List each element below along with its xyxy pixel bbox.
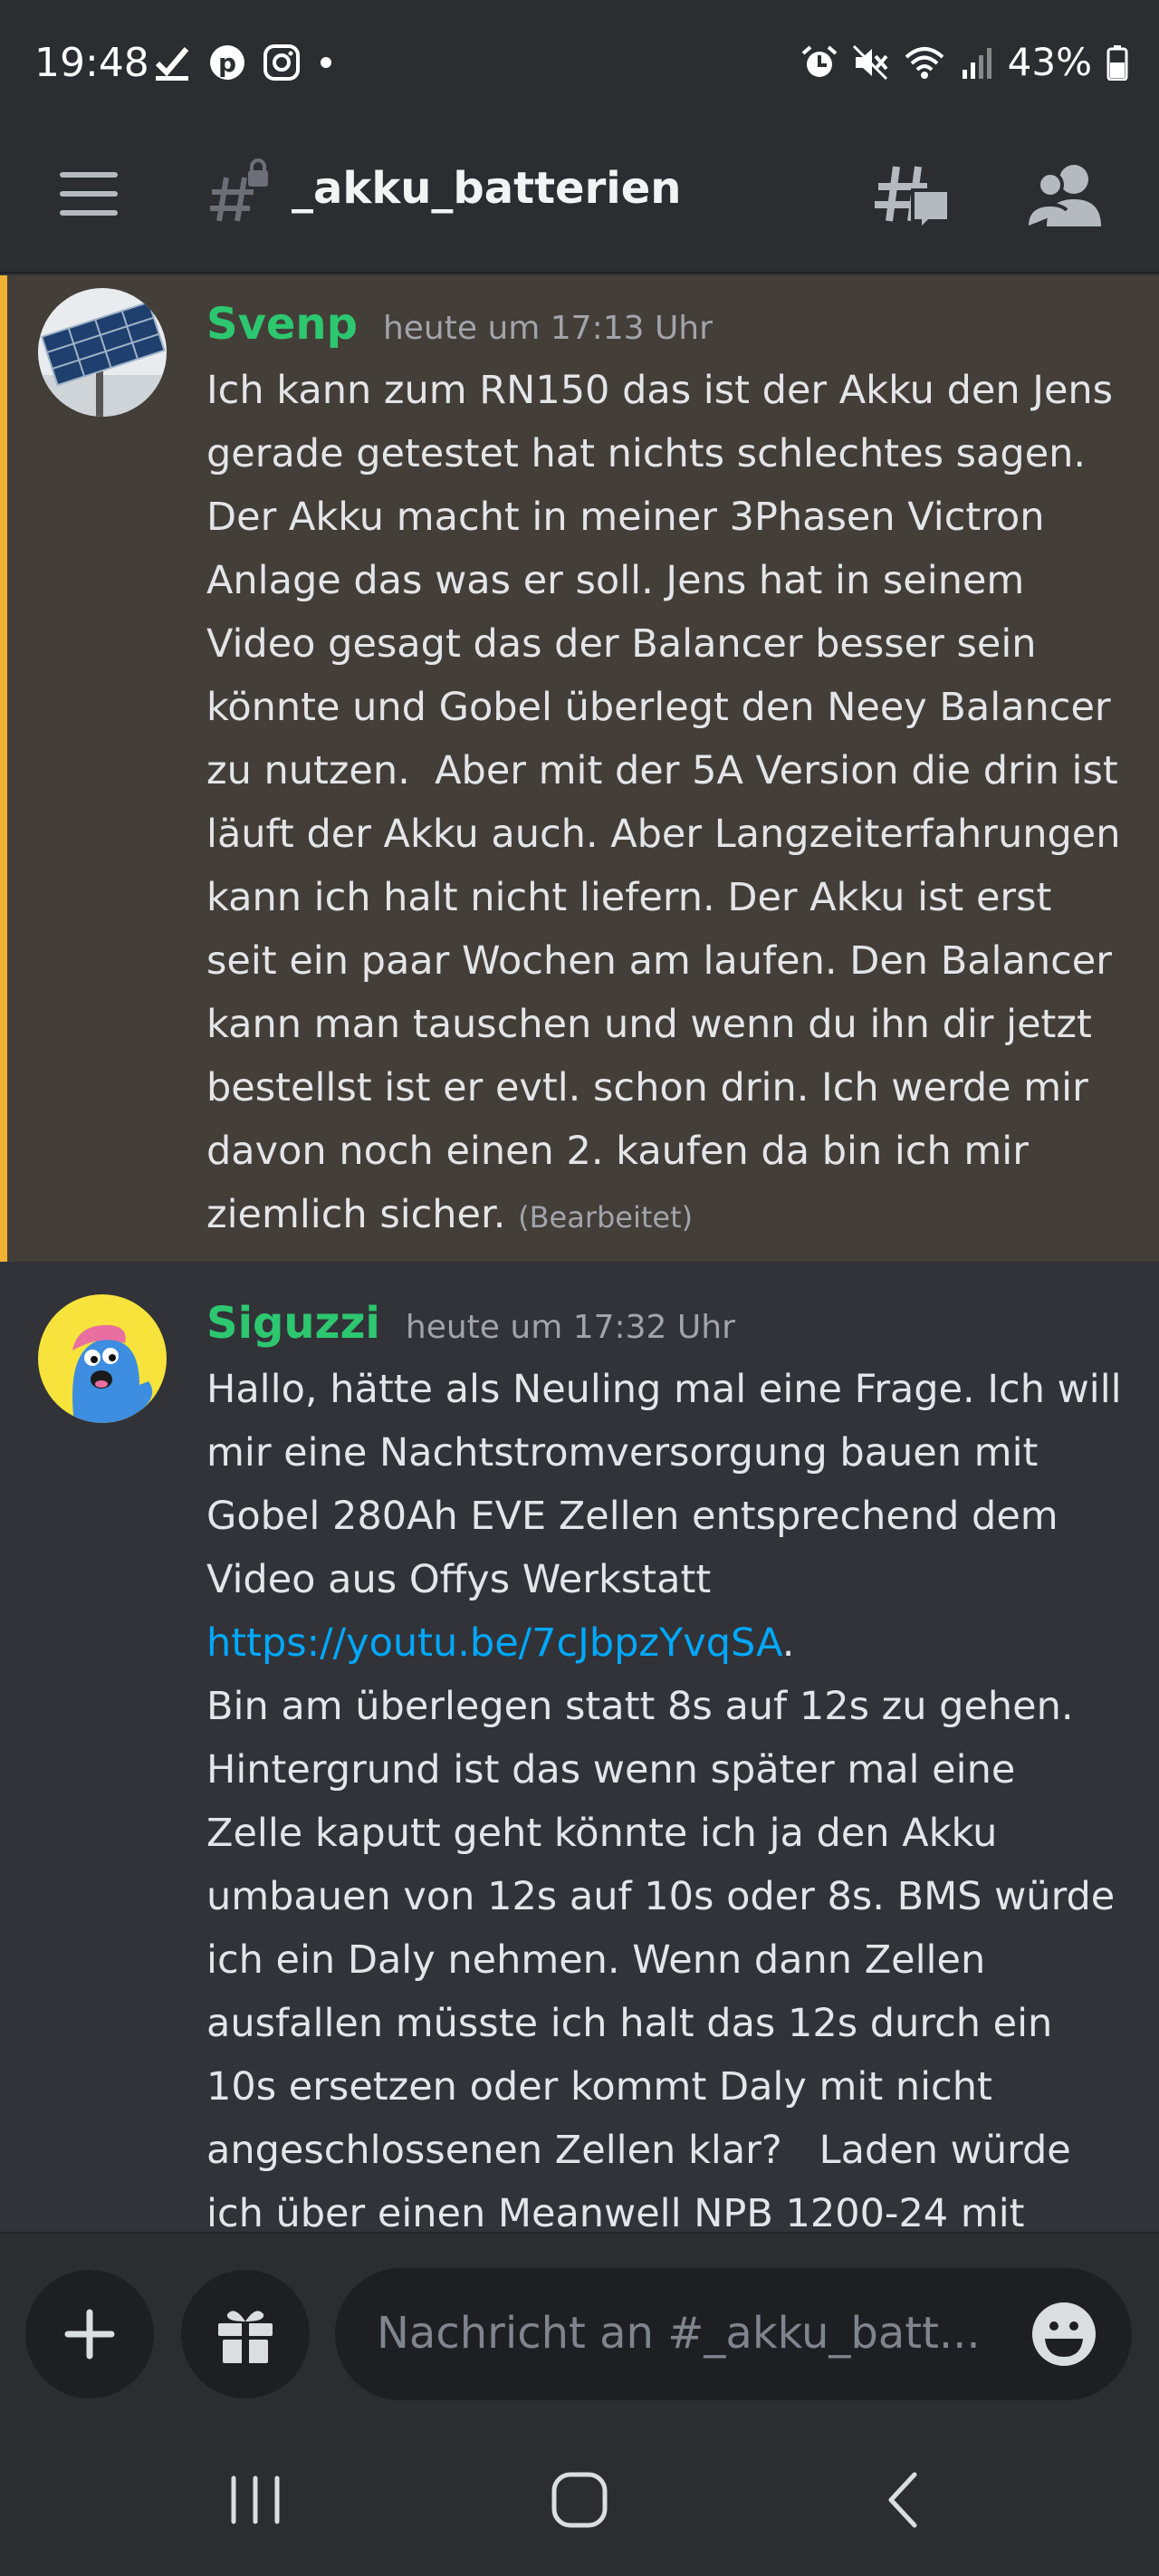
avatar[interactable] bbox=[38, 288, 167, 417]
status-system-icons: 43% bbox=[801, 40, 1128, 84]
message-author[interactable]: Siguzzi bbox=[206, 1298, 380, 1349]
system-navigation-bar bbox=[0, 2413, 1159, 2576]
gift-button[interactable] bbox=[181, 2270, 310, 2398]
status-bar: 19:48 p 43% bbox=[0, 0, 1159, 127]
svg-text:p: p bbox=[218, 48, 236, 78]
cartoon-avatar-image bbox=[38, 1294, 167, 1423]
message-list[interactable]: Svenp heute um 17:13 Uhr Ich kann zum RN… bbox=[0, 275, 1159, 2232]
recent-apps-icon[interactable] bbox=[219, 2464, 292, 2536]
channel-title: _akku_batterien bbox=[292, 163, 682, 214]
message-timestamp: heute um 17:32 Uhr bbox=[405, 1309, 735, 1346]
message-input[interactable]: Nachricht an #_akku_batt... bbox=[335, 2268, 1132, 2400]
message-timestamp: heute um 17:13 Uhr bbox=[382, 310, 713, 347]
gift-icon bbox=[218, 2311, 273, 2363]
message-text: Hallo, hätte als Neuling mal eine Frage.… bbox=[206, 1358, 1123, 2232]
message-composer: Nachricht an #_akku_batt... bbox=[0, 2232, 1159, 2413]
locked-hash-icon bbox=[210, 159, 268, 222]
message-author[interactable]: Svenp bbox=[206, 299, 358, 350]
attach-button[interactable] bbox=[25, 2270, 154, 2398]
message-text: Ich kann zum RN150 das ist der Akku den … bbox=[206, 359, 1123, 1249]
solar-panel-avatar-image bbox=[38, 288, 167, 417]
channel-header: _akku_batterien bbox=[0, 127, 1159, 274]
threads-icon[interactable] bbox=[871, 154, 954, 237]
message-item[interactable]: Siguzzi heute um 17:32 Uhr Hallo, hätte … bbox=[0, 1262, 1159, 2232]
members-icon[interactable] bbox=[1023, 154, 1106, 237]
battery-icon bbox=[1106, 44, 1128, 81]
status-notification-icons: p bbox=[154, 43, 335, 82]
pinterest-icon: p bbox=[210, 45, 244, 80]
check-icon bbox=[155, 47, 189, 81]
wifi-icon bbox=[905, 46, 943, 79]
signal-icon bbox=[962, 47, 991, 79]
alarm-icon bbox=[801, 44, 837, 77]
message-content-continued: . Bin am überlegen statt 8s auf 12s zu g… bbox=[206, 1620, 1116, 2232]
menu-icon[interactable] bbox=[56, 161, 121, 226]
dot-icon bbox=[321, 57, 331, 68]
back-icon[interactable] bbox=[867, 2464, 940, 2536]
emoji-icon[interactable] bbox=[1030, 2301, 1097, 2368]
message-content: Hallo, hätte als Neuling mal eine Frage.… bbox=[206, 1367, 1135, 1602]
status-time: 19:48 bbox=[34, 40, 149, 86]
message-content: Ich kann zum RN150 das ist der Akku den … bbox=[206, 368, 1134, 1237]
plus-icon bbox=[64, 2309, 115, 2360]
message-link[interactable]: https://youtu.be/7cJbpzYvqSA bbox=[206, 1620, 782, 1666]
message-input-placeholder: Nachricht an #_akku_batt... bbox=[377, 2308, 981, 2359]
instagram-icon bbox=[263, 44, 300, 81]
avatar[interactable] bbox=[38, 1294, 167, 1423]
message-item[interactable]: Svenp heute um 17:13 Uhr Ich kann zum RN… bbox=[0, 275, 1159, 1262]
battery-percent: 43% bbox=[1007, 40, 1092, 84]
edited-label: (Bearbeitet) bbox=[518, 1200, 694, 1235]
mute-icon bbox=[852, 44, 888, 80]
home-icon[interactable] bbox=[543, 2464, 616, 2536]
